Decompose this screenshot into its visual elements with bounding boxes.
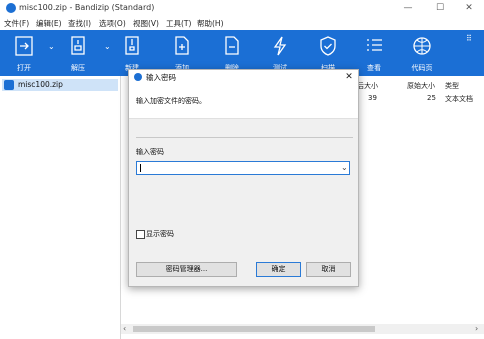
menu-tools[interactable]: 工具(T)	[166, 18, 191, 29]
codepage-label: 代码页	[411, 64, 433, 72]
view-button[interactable]: 查看	[352, 32, 396, 74]
scrollbar-thumb[interactable]	[133, 326, 375, 332]
shield-check-icon	[320, 36, 336, 56]
dialog-header: 输入加密文件的密码。	[129, 84, 358, 119]
scan-button[interactable]: 扫描	[306, 32, 350, 74]
password-manager-button[interactable]: 密码管理器...	[136, 262, 237, 277]
layout-grid-icon[interactable]: ⠿	[466, 34, 472, 43]
dialog-prompt: 输入加密文件的密码。	[136, 97, 206, 105]
delete-button[interactable]: 删除	[210, 32, 254, 74]
test-button[interactable]: 测试	[258, 32, 302, 74]
menu-view[interactable]: 视图(V)	[133, 18, 159, 29]
cell-compressed-size: 39	[368, 94, 377, 102]
menu-edit[interactable]: 编辑(E)	[36, 18, 62, 29]
codepage-button[interactable]: 代码页	[400, 32, 444, 74]
show-password-label[interactable]: 显示密码	[146, 229, 174, 239]
menu-file[interactable]: 文件(F)	[4, 18, 29, 29]
extract-button[interactable]: 解压	[56, 32, 100, 74]
lightning-icon	[273, 36, 287, 56]
bandizip-app-icon	[6, 3, 16, 13]
column-header-compressed[interactable]: 后大小	[357, 81, 378, 91]
archive-tree-panel: misc100.zip	[0, 76, 121, 339]
dialog-title: 输入密码	[146, 73, 176, 82]
scroll-left-icon[interactable]: ‹	[123, 324, 126, 334]
minimize-button[interactable]: —	[393, 0, 423, 16]
scroll-right-icon[interactable]: ›	[475, 324, 478, 334]
divider	[136, 137, 353, 138]
ok-button[interactable]: 确定	[256, 262, 301, 277]
new-archive-icon	[125, 36, 139, 55]
bandizip-dialog-icon	[134, 73, 142, 81]
show-password-checkbox[interactable]	[136, 230, 145, 239]
delete-file-icon	[225, 36, 239, 55]
password-label: 输入密码	[136, 148, 164, 156]
menu-bar: 文件(F) 编辑(E) 查找(I) 选项(O) 视图(V) 工具(T) 帮助(H…	[0, 16, 484, 30]
cell-original-size: 25	[427, 94, 436, 102]
archive-icon	[4, 80, 14, 90]
maximize-button[interactable]: ☐	[425, 0, 455, 16]
menu-help[interactable]: 帮助(H)	[197, 18, 224, 29]
open-dropdown-icon[interactable]: ⌄	[48, 42, 55, 51]
add-file-icon	[175, 36, 189, 55]
open-label: 打开	[17, 64, 31, 72]
dialog-close-button[interactable]: ✕	[341, 70, 357, 84]
add-button[interactable]: 添加	[160, 32, 204, 74]
password-dialog: 输入密码 ✕ 输入加密文件的密码。 输入密码 ⌄ 显示密码 密码管理器... 确…	[128, 69, 359, 287]
extract-label: 解压	[71, 64, 85, 72]
text-caret	[140, 164, 141, 172]
menu-options[interactable]: 选项(O)	[99, 18, 126, 29]
new-archive-button[interactable]: 新建	[110, 32, 154, 74]
chevron-down-icon[interactable]: ⌄	[341, 163, 348, 172]
column-header-original[interactable]: 原始大小	[407, 81, 435, 91]
column-header-type[interactable]: 类型	[445, 81, 459, 91]
menu-find[interactable]: 查找(I)	[68, 18, 91, 29]
globe-icon	[413, 37, 431, 55]
cell-type: 文本文档	[445, 95, 473, 103]
open-icon	[15, 36, 33, 56]
tree-item-label: misc100.zip	[18, 80, 63, 89]
cancel-button[interactable]: 取消	[306, 262, 351, 277]
close-button[interactable]: ✕	[454, 0, 484, 16]
dialog-title-bar: 输入密码 ✕	[129, 70, 358, 84]
tree-item-archive[interactable]: misc100.zip	[2, 79, 118, 91]
window-title: misc100.zip - Bandizip (Standard)	[19, 3, 155, 12]
title-bar: misc100.zip - Bandizip (Standard) — ☐ ✕	[0, 0, 484, 16]
list-view-icon	[367, 39, 382, 51]
horizontal-scrollbar[interactable]: ‹ ›	[121, 324, 484, 334]
password-input[interactable]: ⌄	[136, 161, 350, 175]
open-button[interactable]: 打开	[2, 32, 46, 74]
extract-icon	[71, 36, 85, 55]
